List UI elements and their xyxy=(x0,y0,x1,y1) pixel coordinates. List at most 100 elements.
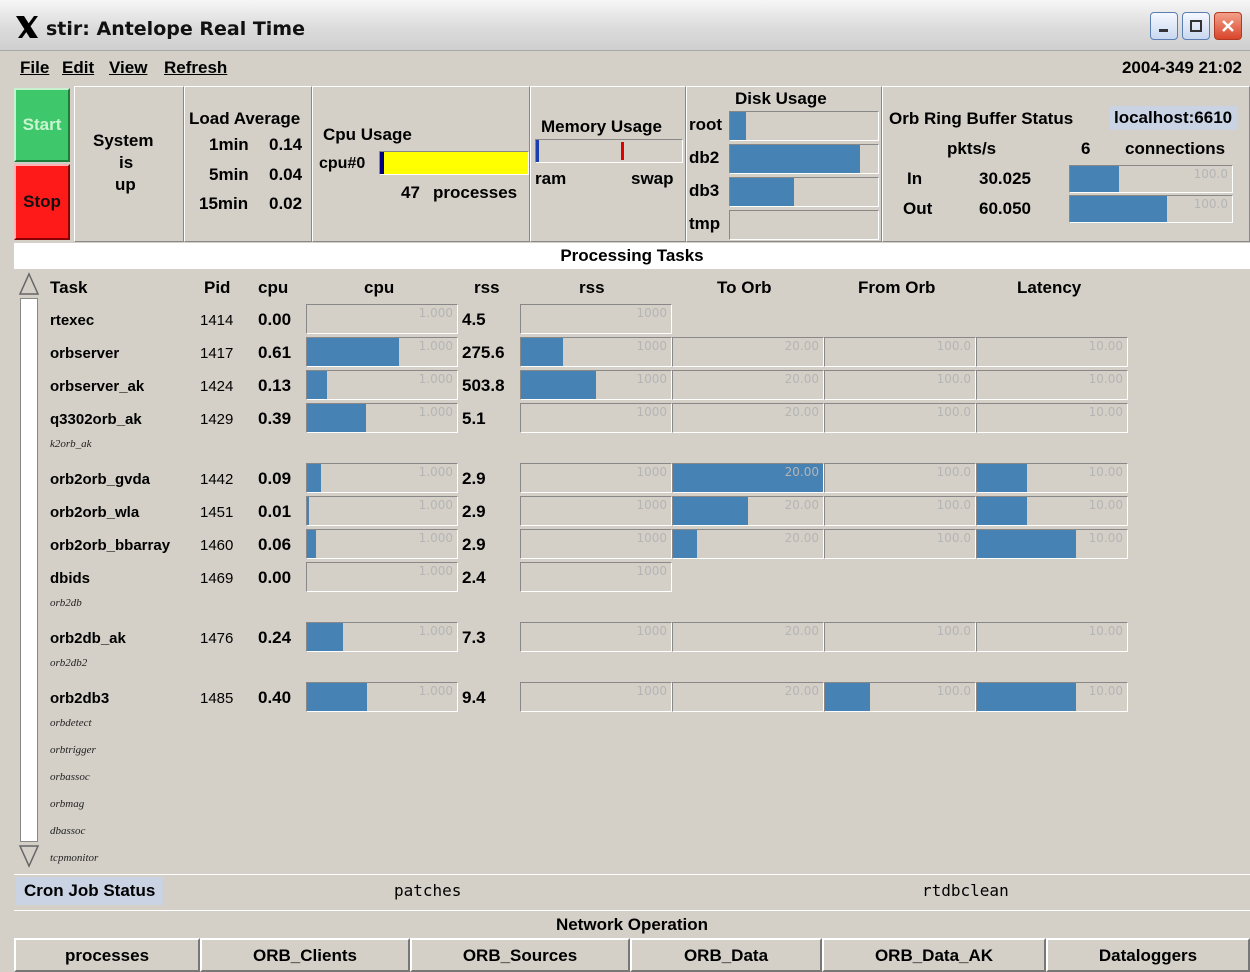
scroll-trough[interactable] xyxy=(20,298,38,842)
close-icon xyxy=(1222,20,1234,32)
task-cpu-value: 0.39 xyxy=(258,409,292,428)
task-name[interactable]: orb2db_ak xyxy=(50,630,126,647)
subtask-label: orb2db2 xyxy=(50,657,88,669)
task-name[interactable]: q3302orb_ak xyxy=(50,411,142,428)
task-cpu-bar-fill xyxy=(307,371,327,399)
task-rss-value: 5.1 xyxy=(462,409,486,428)
task-from-orb-bar: 100.0 xyxy=(824,463,976,493)
task-name[interactable]: dbids xyxy=(50,570,90,587)
task-pid: 1442 xyxy=(200,471,234,488)
subtask-label: orb2db xyxy=(50,597,82,609)
task-latency-bar: 10.00 xyxy=(976,682,1128,712)
menu-file[interactable]: File xyxy=(20,58,49,78)
task-to-orb-bar: 20.00 xyxy=(672,529,824,559)
cron-job-status: Cron Job Status patches rtdbclean xyxy=(14,874,1250,906)
col-to-orb: To Orb xyxy=(717,278,772,297)
task-rss-bar-fill xyxy=(521,338,563,366)
task-to-orb-bar-fill xyxy=(673,497,748,525)
task-name[interactable]: orb2orb_bbarray xyxy=(50,537,170,554)
task-cpu-bar-fill xyxy=(307,464,321,492)
task-rss-bar: 1000 xyxy=(520,304,672,334)
swap-label: swap xyxy=(631,169,674,188)
load-15min-label: 15min xyxy=(199,194,249,213)
ram-fill xyxy=(536,140,539,162)
task-cpu-value: 0.06 xyxy=(258,535,292,554)
nav-orb-sources-button[interactable]: ORB_Sources xyxy=(410,938,630,972)
disk-label-tmp: tmp xyxy=(689,214,721,233)
start-button[interactable]: Start xyxy=(14,88,70,162)
task-cpu-bar-scale: 1.000 xyxy=(418,564,453,578)
disk-bar-tmp xyxy=(729,210,879,240)
menu-view[interactable]: View xyxy=(109,58,147,78)
cpu-usage-cell: Cpu Usage cpu#0 47 processes xyxy=(312,86,530,242)
disk-fill-db2 xyxy=(730,145,860,173)
disk-label-root: root xyxy=(689,115,723,134)
subtask-label: orbmag xyxy=(50,798,85,810)
menu-refresh-label: Refresh xyxy=(164,58,228,77)
maximize-button[interactable] xyxy=(1182,12,1210,40)
task-cpu-bar-scale: 1.000 xyxy=(418,624,453,638)
disk-bar-db2 xyxy=(729,144,879,174)
task-cpu-value: 0.24 xyxy=(258,628,292,647)
task-cpu-bar-fill xyxy=(307,683,367,711)
task-latency-bar-scale: 10.00 xyxy=(1088,339,1123,353)
task-pid: 1414 xyxy=(200,312,234,329)
nav-orb-clients-button[interactable]: ORB_Clients xyxy=(200,938,410,972)
task-cpu-bar-fill xyxy=(307,497,309,525)
close-button[interactable] xyxy=(1214,12,1242,40)
task-rss-bar-scale: 1000 xyxy=(636,339,667,353)
stop-button[interactable]: Stop xyxy=(14,164,70,240)
load-1min-label: 1min xyxy=(209,135,249,154)
task-name[interactable]: orb2orb_wla xyxy=(50,504,139,521)
disk-fill-root xyxy=(730,112,746,140)
task-name[interactable]: orb2db3 xyxy=(50,690,109,707)
menu-refresh[interactable]: Refresh xyxy=(164,58,227,78)
minimize-button[interactable] xyxy=(1150,12,1178,40)
disk-fill-db3 xyxy=(730,178,794,206)
orb-out-bar: 100.0 xyxy=(1069,195,1233,223)
task-to-orb-bar-scale: 20.00 xyxy=(784,624,819,638)
task-cpu-value: 0.13 xyxy=(258,376,292,395)
task-rss-value: 9.4 xyxy=(462,688,486,707)
swap-marker xyxy=(621,142,624,160)
task-cpu-bar: 1.000 xyxy=(306,529,458,559)
nav-orb-data-button[interactable]: ORB_Data xyxy=(630,938,822,972)
task-from-orb-bar: 100.0 xyxy=(824,337,976,367)
task-name[interactable]: orb2orb_gvda xyxy=(50,471,150,488)
cpu-usage-fill xyxy=(380,152,384,174)
cron-item-rtdbclean[interactable]: rtdbclean xyxy=(922,881,1009,900)
task-from-orb-bar: 100.0 xyxy=(824,622,976,652)
task-latency-bar-scale: 10.00 xyxy=(1088,498,1123,512)
subtask-label: dbassoc xyxy=(50,825,86,837)
orb-in-value: 30.025 xyxy=(979,169,1031,188)
task-from-orb-bar-scale: 100.0 xyxy=(936,498,971,512)
col-from-orb: From Orb xyxy=(858,278,936,297)
task-cpu-bar: 1.000 xyxy=(306,622,458,652)
cron-item-patches[interactable]: patches xyxy=(394,881,461,900)
task-pid: 1417 xyxy=(200,345,234,362)
task-cpu-value: 0.61 xyxy=(258,343,292,362)
task-latency-bar: 10.00 xyxy=(976,622,1128,652)
title-bar: stir: Antelope Real Time xyxy=(0,0,1250,51)
nav-processes-button[interactable]: processes xyxy=(14,938,200,972)
task-cpu-value: 0.00 xyxy=(258,310,292,329)
x-window-icon xyxy=(16,16,38,38)
task-to-orb-bar: 20.00 xyxy=(672,622,824,652)
nav-dataloggers-button[interactable]: Dataloggers xyxy=(1046,938,1250,972)
menu-edit[interactable]: Edit xyxy=(62,58,94,78)
task-name[interactable]: orbserver_ak xyxy=(50,378,144,395)
col-cpu: cpu xyxy=(258,278,289,297)
scroll-down-arrow-icon[interactable] xyxy=(18,844,40,868)
scroll-up-arrow-icon[interactable] xyxy=(18,272,40,296)
task-latency-bar-fill xyxy=(977,497,1027,525)
orb-status-cell: Orb Ring Buffer Status localhost:6610 pk… xyxy=(882,86,1250,242)
task-to-orb-bar: 20.00 xyxy=(672,496,824,526)
task-to-orb-bar: 20.00 xyxy=(672,337,824,367)
nav-orb-data-ak-button[interactable]: ORB_Data_AK xyxy=(822,938,1046,972)
task-name[interactable]: rtexec xyxy=(50,312,94,329)
orb-host: localhost:6610 xyxy=(1109,106,1238,130)
task-cpu-bar-scale: 1.000 xyxy=(418,372,453,386)
task-name[interactable]: orbserver xyxy=(50,345,119,362)
tasks-scrollbar[interactable] xyxy=(16,270,42,870)
task-rss-bar: 1000 xyxy=(520,622,672,652)
